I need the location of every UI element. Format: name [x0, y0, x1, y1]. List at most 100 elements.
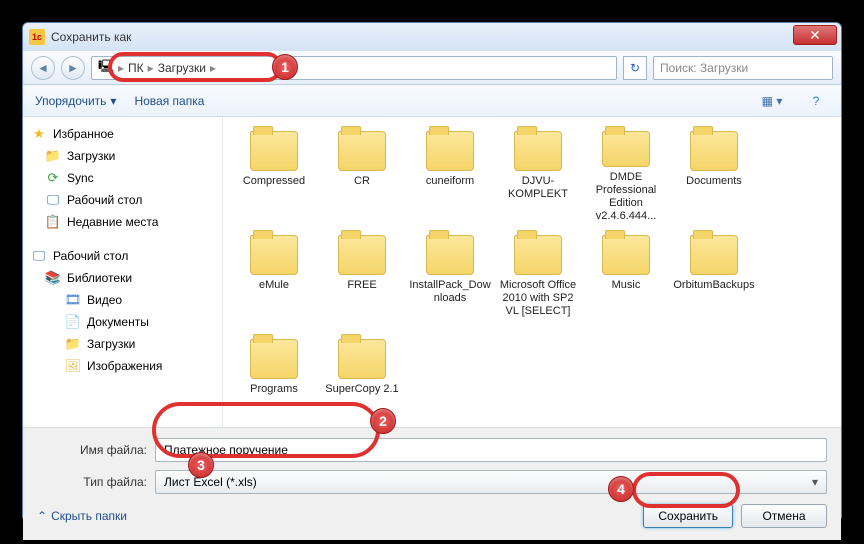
- chevron-right-icon: ▸: [118, 61, 124, 75]
- star-icon: ★: [31, 126, 47, 142]
- folder-icon: 📁: [65, 336, 81, 352]
- folder-icon: [602, 131, 650, 167]
- chevron-right-icon: ▸: [148, 61, 154, 75]
- filename-input[interactable]: Платежное поручение: [155, 438, 827, 462]
- close-button[interactable]: ✕: [793, 25, 837, 45]
- search-input[interactable]: Поиск: Загрузки: [653, 56, 833, 80]
- new-folder-button[interactable]: Новая папка: [134, 94, 204, 108]
- chevron-down-icon: ▾: [110, 94, 116, 108]
- folder-icon: [426, 131, 474, 171]
- toolbar: Упорядочить ▾ Новая папка ▦ ▾ ?: [23, 85, 841, 117]
- file-item[interactable]: OrbitumBackups: [671, 231, 757, 331]
- file-item[interactable]: CR: [319, 127, 405, 227]
- images-icon: 🖼: [65, 358, 81, 374]
- sidebar-downloads[interactable]: 📁Загрузки: [27, 145, 218, 167]
- file-item[interactable]: DMDE Professional Edition v2.4.6.444...: [583, 127, 669, 227]
- file-label: FREE: [347, 279, 376, 292]
- sidebar-desktop2[interactable]: 🖵Рабочий стол: [27, 245, 218, 267]
- window-title: Сохранить как: [51, 30, 131, 44]
- file-item[interactable]: Documents: [671, 127, 757, 227]
- filename-label: Имя файла:: [37, 443, 147, 457]
- titlebar: 1c Сохранить как ✕: [23, 23, 841, 51]
- hide-folders-link[interactable]: ⌃Скрыть папки: [37, 509, 127, 523]
- file-label: DMDE Professional Edition v2.4.6.444...: [585, 171, 667, 223]
- view-button[interactable]: ▦ ▾: [759, 90, 785, 112]
- breadcrumb[interactable]: 🖳 ▸ ПК ▸ Загрузки ▸: [91, 56, 617, 80]
- chevron-up-icon: ⌃: [37, 509, 47, 523]
- folder-icon: [338, 339, 386, 379]
- folder-icon: [338, 235, 386, 275]
- folder-icon: [602, 235, 650, 275]
- video-icon: 🎞: [65, 292, 81, 308]
- file-label: Music: [612, 279, 641, 292]
- folder-icon: [250, 235, 298, 275]
- file-item[interactable]: FREE: [319, 231, 405, 331]
- documents-icon: 📄: [65, 314, 81, 330]
- file-label: CR: [354, 175, 370, 188]
- breadcrumb-downloads[interactable]: Загрузки: [158, 61, 206, 75]
- refresh-button[interactable]: ↻: [623, 56, 647, 80]
- sidebar-documents[interactable]: 📄Документы: [27, 311, 218, 333]
- search-placeholder: Поиск: Загрузки: [660, 61, 748, 75]
- chevron-right-icon: ▸: [210, 61, 216, 75]
- file-label: SuperCopy 2.1: [325, 383, 398, 396]
- file-label: eMule: [259, 279, 289, 292]
- sidebar-video[interactable]: 🎞Видео: [27, 289, 218, 311]
- filetype-label: Тип файла:: [37, 475, 147, 489]
- sync-icon: ⟳: [45, 170, 61, 186]
- libraries-icon: 📚: [45, 270, 61, 286]
- folder-icon: [426, 235, 474, 275]
- file-label: Microsoft Office 2010 with SP2 VL [SELEC…: [497, 279, 579, 318]
- app-icon: 1c: [29, 29, 45, 45]
- navbar: ◄ ► 🖳 ▸ ПК ▸ Загрузки ▸ ↻ Поиск: Загрузк…: [23, 51, 841, 85]
- sidebar-libraries[interactable]: 📚Библиотеки: [27, 267, 218, 289]
- sidebar-desktop[interactable]: 🖵Рабочий стол: [27, 189, 218, 211]
- sidebar-downloads2[interactable]: 📁Загрузки: [27, 333, 218, 355]
- breadcrumb-pc[interactable]: ПК: [128, 61, 144, 75]
- folder-icon: [250, 339, 298, 379]
- sidebar-sync[interactable]: ⟳Sync: [27, 167, 218, 189]
- desktop-icon: 🖵: [31, 248, 47, 264]
- help-button[interactable]: ?: [803, 90, 829, 112]
- recent-icon: 📋: [45, 214, 61, 230]
- folder-icon: 📁: [45, 148, 61, 164]
- folder-icon: [250, 131, 298, 171]
- save-dialog: 1c Сохранить как ✕ ◄ ► 🖳 ▸ ПК ▸ Загрузки…: [22, 22, 842, 522]
- folder-icon: [514, 131, 562, 171]
- file-label: OrbitumBackups: [673, 279, 754, 292]
- file-label: Documents: [686, 175, 742, 188]
- folder-icon: [690, 131, 738, 171]
- file-item[interactable]: Music: [583, 231, 669, 331]
- folder-icon: [338, 131, 386, 171]
- organize-button[interactable]: Упорядочить ▾: [35, 94, 116, 108]
- file-label: DJVU-KOMPLEKT: [497, 175, 579, 201]
- sidebar-favorites[interactable]: ★Избранное: [27, 123, 218, 145]
- cancel-button[interactable]: Отмена: [741, 504, 827, 528]
- desktop-icon: 🖵: [45, 192, 61, 208]
- file-label: InstallPack_Downloads: [409, 279, 491, 305]
- file-item[interactable]: Microsoft Office 2010 with SP2 VL [SELEC…: [495, 231, 581, 331]
- file-item[interactable]: Compressed: [231, 127, 317, 227]
- file-item[interactable]: cuneiform: [407, 127, 493, 227]
- filetype-select[interactable]: Лист Excel (*.xls): [155, 470, 827, 494]
- sidebar-images[interactable]: 🖼Изображения: [27, 355, 218, 377]
- sidebar-recent[interactable]: 📋Недавние места: [27, 211, 218, 233]
- file-label: Programs: [250, 383, 298, 396]
- file-item[interactable]: Programs: [231, 335, 317, 427]
- computer-icon: 🖳: [98, 57, 114, 78]
- file-label: Compressed: [243, 175, 305, 188]
- forward-button[interactable]: ►: [61, 56, 85, 80]
- file-item[interactable]: eMule: [231, 231, 317, 331]
- folder-icon: [690, 235, 738, 275]
- file-item[interactable]: SuperCopy 2.1: [319, 335, 405, 427]
- file-item[interactable]: InstallPack_Downloads: [407, 231, 493, 331]
- sidebar: ★Избранное 📁Загрузки ⟳Sync 🖵Рабочий стол…: [23, 117, 223, 427]
- file-grid: Compressed CR cuneiform DJVU-KOMPLEKTDMDE P…: [223, 117, 841, 427]
- dialog-body: ★Избранное 📁Загрузки ⟳Sync 🖵Рабочий стол…: [23, 117, 841, 427]
- file-item[interactable]: DJVU-KOMPLEKT: [495, 127, 581, 227]
- folder-icon: [514, 235, 562, 275]
- back-button[interactable]: ◄: [31, 56, 55, 80]
- save-button[interactable]: Сохранить: [643, 504, 733, 528]
- file-label: cuneiform: [426, 175, 474, 188]
- bottom-panel: Имя файла: Платежное поручение Тип файла…: [23, 427, 841, 540]
